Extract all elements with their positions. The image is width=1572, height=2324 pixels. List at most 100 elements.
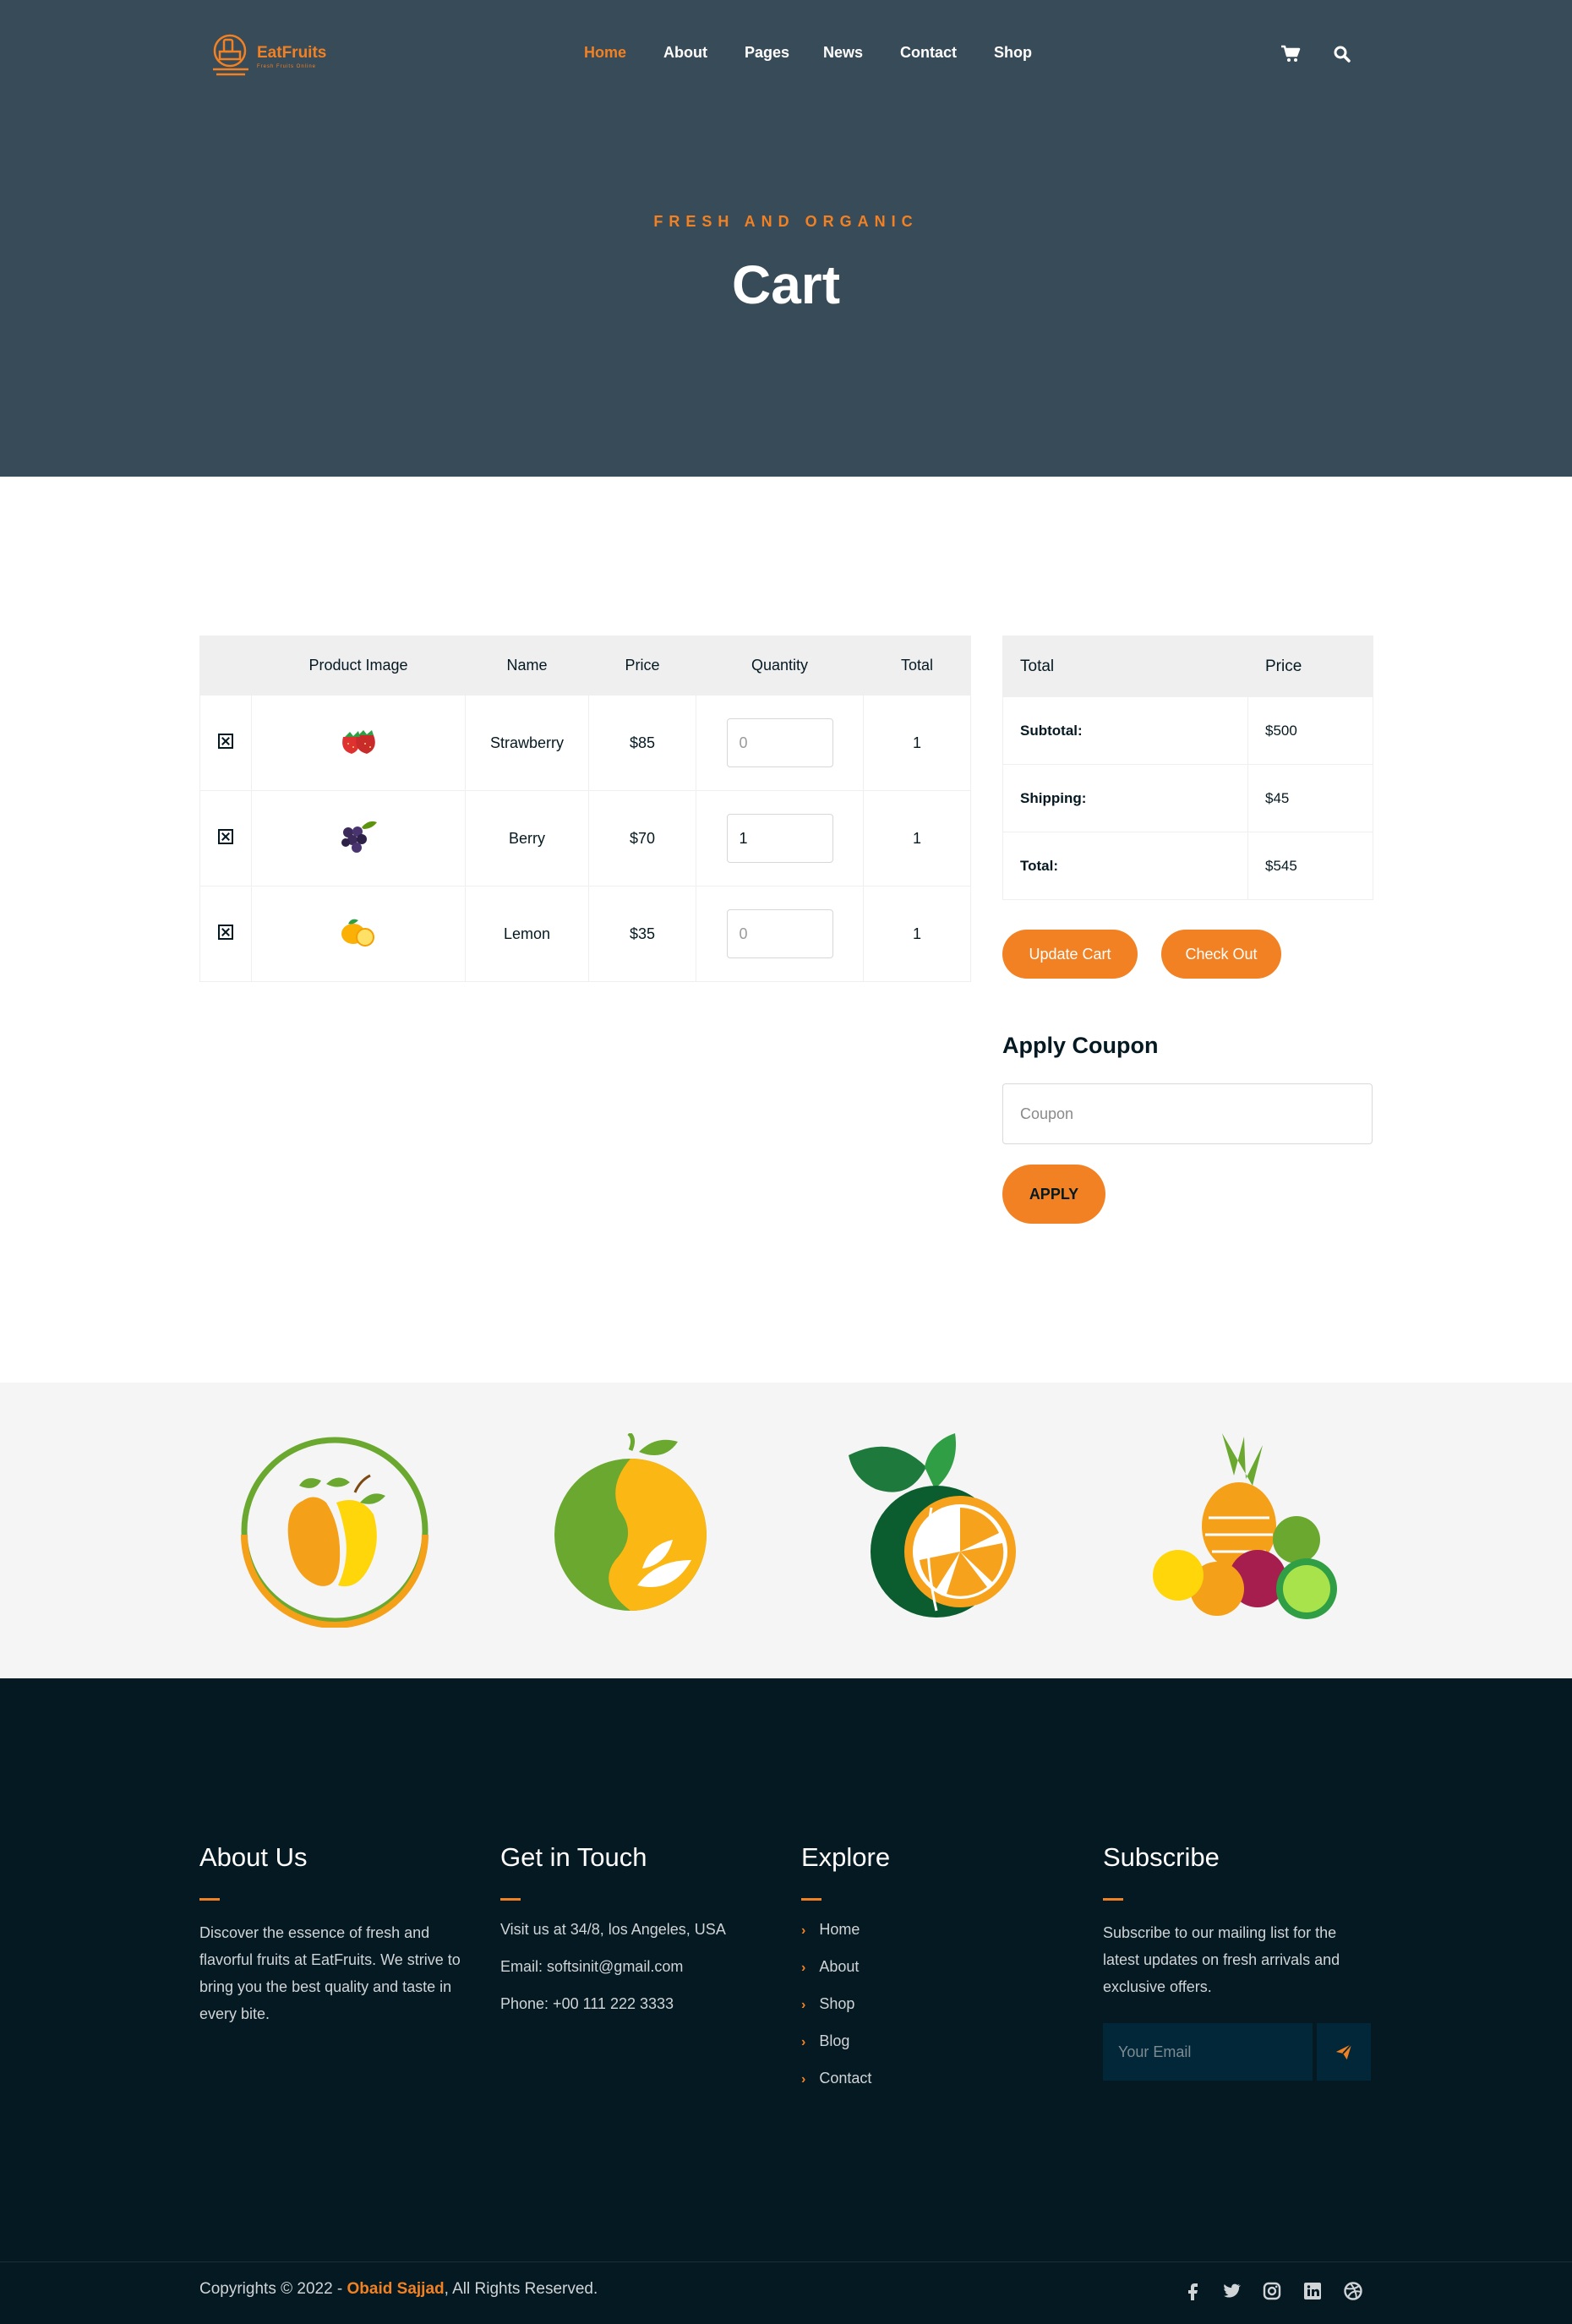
dribbble-icon[interactable] bbox=[1343, 2281, 1363, 2301]
totals-header-row: Total Price bbox=[1002, 636, 1373, 697]
footer-link-blog[interactable]: › Blog bbox=[801, 2022, 1080, 2059]
col-remove bbox=[199, 636, 252, 696]
remove-icon[interactable] bbox=[218, 828, 233, 844]
footer-contact-title: Get in Touch bbox=[500, 1842, 647, 1872]
grand-total-label: Total: bbox=[1002, 832, 1248, 900]
cart-row: Lemon $35 1 bbox=[199, 886, 971, 982]
footer-link-home[interactable]: › Home bbox=[801, 1911, 1080, 1948]
chevron-right-icon: › bbox=[801, 2035, 806, 2049]
search-icon[interactable] bbox=[1332, 44, 1352, 64]
contact-phone[interactable]: Phone: +00 111 222 3333 bbox=[500, 1985, 779, 2022]
footer-about-text: Discover the essence of fresh and flavor… bbox=[199, 1924, 461, 2022]
nav-about[interactable]: About bbox=[663, 44, 707, 62]
contact-address: Visit us at 34/8, los Angeles, USA bbox=[500, 1921, 726, 1938]
col-total: Total bbox=[863, 636, 971, 696]
grand-total-value: $545 bbox=[1247, 832, 1373, 900]
grape-image bbox=[341, 821, 377, 853]
leaf-fruit-logo bbox=[554, 1433, 707, 1611]
product-price: $70 bbox=[588, 790, 696, 887]
footer-explore-title: Explore bbox=[801, 1842, 891, 1872]
cart-row: Berry $70 1 bbox=[199, 790, 971, 887]
product-name: Lemon bbox=[465, 886, 589, 982]
subscribe-email-input[interactable] bbox=[1103, 2023, 1313, 2081]
remove-icon[interactable] bbox=[218, 733, 233, 749]
orange-logo bbox=[849, 1433, 1016, 1618]
chevron-right-icon: › bbox=[801, 1998, 806, 2012]
subtotal-value: $500 bbox=[1247, 696, 1373, 765]
cart-table: Product Image Name Price Quantity Total … bbox=[199, 636, 971, 982]
subtotal-row: Subtotal: $500 bbox=[1002, 696, 1373, 765]
title-underline bbox=[199, 1898, 220, 1901]
cart-row: Strawberry $85 1 bbox=[199, 695, 971, 791]
col-name: Name bbox=[465, 636, 589, 696]
cart-header-row: Product Image Name Price Quantity Total bbox=[199, 636, 971, 696]
title-underline bbox=[500, 1898, 521, 1901]
footer-subscribe-text: Subscribe to our mailing list for the la… bbox=[1103, 1924, 1340, 1995]
instagram-icon[interactable] bbox=[1262, 2281, 1282, 2301]
product-price: $35 bbox=[588, 886, 696, 982]
nav-home[interactable]: Home bbox=[584, 44, 626, 62]
chevron-right-icon: › bbox=[801, 2072, 806, 2087]
nav-news[interactable]: News bbox=[823, 44, 863, 62]
apply-coupon-button[interactable]: APPLY bbox=[1002, 1165, 1105, 1224]
twitter-icon[interactable] bbox=[1221, 2281, 1242, 2301]
paper-plane-icon bbox=[1335, 2043, 1352, 2060]
product-total: 1 bbox=[863, 695, 971, 791]
footer-link-about[interactable]: › About bbox=[801, 1948, 1080, 1985]
shipping-row: Shipping: $45 bbox=[1002, 764, 1373, 832]
linkedin-icon[interactable] bbox=[1302, 2281, 1323, 2301]
product-price: $85 bbox=[588, 695, 696, 791]
product-name: Strawberry bbox=[465, 695, 589, 791]
footer-link-contact[interactable]: › Contact bbox=[801, 2059, 1080, 2097]
footer-link-shop[interactable]: › Shop bbox=[801, 1985, 1080, 2022]
fruit-basket-logo bbox=[1153, 1433, 1337, 1619]
quantity-input[interactable] bbox=[726, 814, 833, 863]
nav-pages[interactable]: Pages bbox=[745, 44, 789, 62]
cart-icon[interactable] bbox=[1280, 44, 1301, 64]
col-product-image: Product Image bbox=[251, 636, 466, 696]
shipping-value: $45 bbox=[1247, 764, 1373, 832]
footer-subscribe-title: Subscribe bbox=[1103, 1842, 1220, 1872]
shipping-label: Shipping: bbox=[1002, 764, 1248, 832]
quantity-input[interactable] bbox=[726, 718, 833, 767]
nav-shop[interactable]: Shop bbox=[994, 44, 1032, 62]
chevron-right-icon: › bbox=[801, 1961, 806, 1975]
title-underline bbox=[1103, 1898, 1123, 1901]
product-total: 1 bbox=[863, 790, 971, 887]
coupon-title: Apply Coupon bbox=[1002, 1033, 1159, 1058]
subtotal-label: Subtotal: bbox=[1002, 696, 1248, 765]
contact-email[interactable]: Email: softsinit@gmail.com bbox=[500, 1948, 779, 1985]
grand-total-row: Total: $545 bbox=[1002, 832, 1373, 900]
subscribe-button[interactable] bbox=[1317, 2023, 1371, 2081]
col-quantity: Quantity bbox=[696, 636, 864, 696]
page-title: Cart bbox=[731, 254, 841, 315]
footer-subscribe: Subscribe Subscribe to our mailing list … bbox=[1103, 1842, 1373, 2000]
col-price: Price bbox=[588, 636, 696, 696]
totals-col-price: Price bbox=[1247, 636, 1373, 697]
totals-table: Total Price Subtotal: $500 Shipping: $45… bbox=[1002, 636, 1373, 900]
author-link[interactable]: Obaid Sajjad bbox=[347, 2280, 445, 2298]
strawberry-image bbox=[342, 729, 375, 754]
hero-section: EatFruits Fresh Fruits Online Home About… bbox=[0, 0, 1572, 477]
chevron-right-icon: › bbox=[801, 1923, 806, 1938]
footer-about: About Us Discover the essence of fresh a… bbox=[199, 1842, 470, 2027]
hero-eyebrow: FRESH AND ORGANIC bbox=[653, 213, 919, 230]
product-name: Berry bbox=[465, 790, 589, 887]
facebook-icon[interactable] bbox=[1183, 2281, 1204, 2301]
title-underline bbox=[801, 1898, 821, 1901]
remove-icon[interactable] bbox=[218, 924, 233, 940]
footer-contact: Get in Touch Visit us at 34/8, los Angel… bbox=[500, 1842, 779, 2022]
quantity-input[interactable] bbox=[726, 909, 833, 958]
checkout-button[interactable]: Check Out bbox=[1161, 930, 1281, 979]
totals-col-total: Total bbox=[1002, 636, 1248, 697]
product-total: 1 bbox=[863, 886, 971, 982]
lemon-image bbox=[341, 919, 374, 947]
partner-logos bbox=[0, 1383, 1572, 1678]
update-cart-button[interactable]: Update Cart bbox=[1002, 930, 1138, 979]
mango-logo bbox=[241, 1437, 428, 1628]
copyright-text: Copyrights © 2022 - Obaid Sajjad, All Ri… bbox=[199, 2280, 598, 2298]
nav-contact[interactable]: Contact bbox=[900, 44, 957, 62]
coupon-input[interactable] bbox=[1002, 1083, 1373, 1144]
footer-about-title: About Us bbox=[199, 1842, 308, 1872]
footer-explore: Explore › Home › About › Shop › Blog › Contac… bbox=[801, 1842, 1080, 2097]
